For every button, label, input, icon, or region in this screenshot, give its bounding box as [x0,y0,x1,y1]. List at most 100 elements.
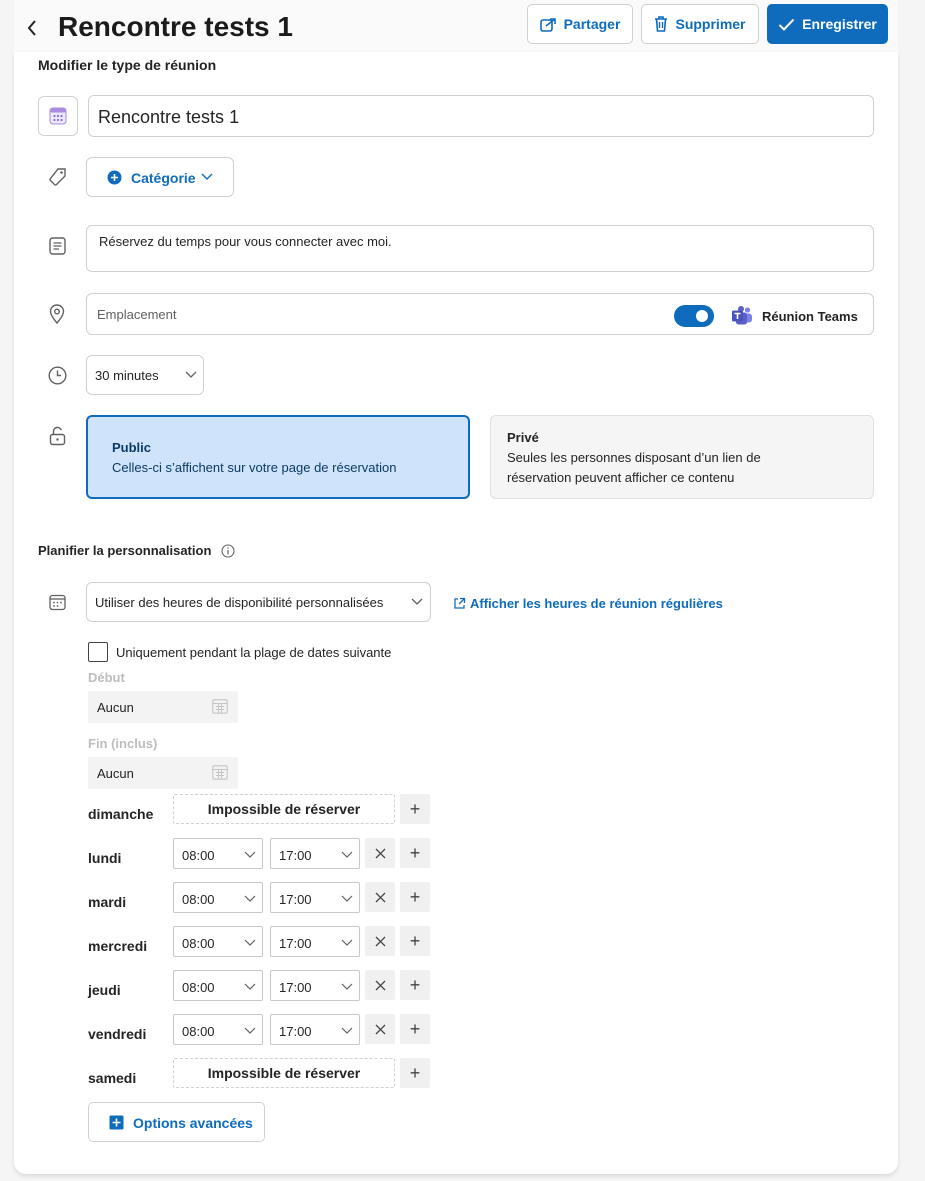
close-icon [375,936,385,946]
start-date-picker[interactable]: Aucun [88,691,238,723]
day-label-samedi: samedi [88,1070,137,1086]
remove-slot-button-mardi[interactable] [365,882,395,912]
start-time-select-mercredi[interactable]: 08:00 [173,926,263,957]
teams-label: Réunion Teams [762,309,858,324]
end-time-select-lundi[interactable]: 17:00 [270,838,360,869]
chevron-left-icon [27,20,36,36]
end-time-value: 17:00 [279,1024,312,1039]
remove-slot-button-vendredi[interactable] [365,1014,395,1044]
start-time-select-lundi[interactable]: 08:00 [173,838,263,869]
availability-value: Utiliser des heures de disponibilité per… [95,595,384,610]
save-label: Enregistrer [802,16,877,32]
chevron-down-icon [341,983,353,990]
duration-value: 30 minutes [95,368,159,383]
edit-section-title: Modifier le type de réunion [38,57,217,73]
chevron-down-icon [244,1027,256,1034]
location-input[interactable]: Emplacement [86,293,874,335]
calendar-color-button[interactable] [38,96,78,136]
save-button[interactable]: Enregistrer [767,4,888,44]
category-label: Catégorie [131,170,196,186]
calendar-grid-icon [49,594,66,611]
end-time-value: 17:00 [279,892,312,907]
teams-toggle[interactable] [674,305,714,327]
chevron-down-icon [411,598,423,605]
description-textarea[interactable]: Réservez du temps pour vous connecter av… [86,225,874,272]
calendar-picker-icon [212,699,228,714]
chevron-down-icon [244,983,256,990]
remove-slot-button-mercredi[interactable] [365,926,395,956]
close-icon [375,892,385,902]
start-time-value: 08:00 [182,848,215,863]
advanced-options-button[interactable]: Options avancées [88,1102,265,1142]
start-time-value: 08:00 [182,892,215,907]
end-time-value: 17:00 [279,848,312,863]
chevron-down-icon [341,851,353,858]
back-button[interactable] [22,14,42,40]
toggle-knob [696,310,708,322]
add-slot-button-mardi[interactable]: + [400,882,430,912]
private-option-title: Privé [507,430,539,445]
end-time-select-jeudi[interactable]: 17:00 [270,970,360,1001]
calendar-icon [49,107,67,125]
delete-button[interactable]: Supprimer [641,4,759,44]
add-square-icon [109,1115,124,1130]
location-pin-icon [49,304,65,324]
share-button[interactable]: Partager [527,4,633,44]
share-label: Partager [563,16,621,32]
public-option-description: Celles-ci s’affichent sur votre page de … [112,460,397,475]
public-option-card[interactable]: Public Celles-ci s’affichent sur votre p… [86,415,470,499]
start-time-select-jeudi[interactable]: 08:00 [173,970,263,1001]
end-date-picker[interactable]: Aucun [88,757,238,789]
trash-icon [655,16,668,32]
meeting-name-value: Rencontre tests 1 [98,107,240,127]
lock-open-icon [49,426,66,446]
chevron-down-icon [244,895,256,902]
regular-hours-link[interactable]: Afficher les heures de réunion régulière… [453,594,723,612]
private-option-card[interactable]: Privé Seules les personnes disposant d’u… [490,415,874,499]
start-time-value: 08:00 [182,1024,215,1039]
remove-slot-button-jeudi[interactable] [365,970,395,1000]
duration-dropdown[interactable]: 30 minutes [86,355,204,395]
notes-icon [49,237,66,255]
close-icon [375,980,385,990]
availability-dropdown[interactable]: Utiliser des heures de disponibilité per… [86,582,431,622]
start-date-label: Début [88,670,125,685]
chevron-down-icon [341,895,353,902]
close-icon [375,848,385,858]
clock-icon [48,366,67,385]
start-time-select-mardi[interactable]: 08:00 [173,882,263,913]
day-label-vendredi: vendredi [88,1026,147,1042]
remove-slot-button-lundi[interactable] [365,838,395,868]
share-icon [539,17,556,32]
add-slot-button-vendredi[interactable]: + [400,1014,430,1044]
start-time-select-vendredi[interactable]: 08:00 [173,1014,263,1045]
add-slot-button-jeudi[interactable]: + [400,970,430,1000]
info-icon[interactable] [221,544,235,558]
category-dropdown[interactable]: Catégorie [86,157,234,197]
end-date-label: Fin (inclus) [88,736,158,751]
add-slot-button-samedi[interactable]: + [400,1058,430,1088]
start-time-value: 08:00 [182,980,215,995]
open-external-icon [454,597,466,609]
add-slot-button-dimanche[interactable]: + [400,794,430,824]
delete-label: Supprimer [675,16,746,32]
chevron-down-icon [185,371,197,378]
calendar-picker-icon [212,765,228,780]
date-range-checkbox[interactable] [88,642,108,662]
advanced-options-label: Options avancées [133,1115,253,1131]
end-time-select-vendredi[interactable]: 17:00 [270,1014,360,1045]
chevron-down-icon [341,939,353,946]
end-time-select-mercredi[interactable]: 17:00 [270,926,360,957]
teams-icon [732,306,752,325]
location-placeholder: Emplacement [97,307,177,322]
add-slot-button-lundi[interactable]: + [400,838,430,868]
add-slot-button-mercredi[interactable]: + [400,926,430,956]
meeting-name-input[interactable]: Rencontre tests 1 [88,95,874,137]
end-time-select-mardi[interactable]: 17:00 [270,882,360,913]
tag-icon [49,168,66,186]
close-icon [375,1024,385,1034]
end-time-value: 17:00 [279,936,312,951]
checkmark-icon [778,18,795,31]
chevron-down-icon [341,1027,353,1034]
day-label-mercredi: mercredi [88,938,148,954]
